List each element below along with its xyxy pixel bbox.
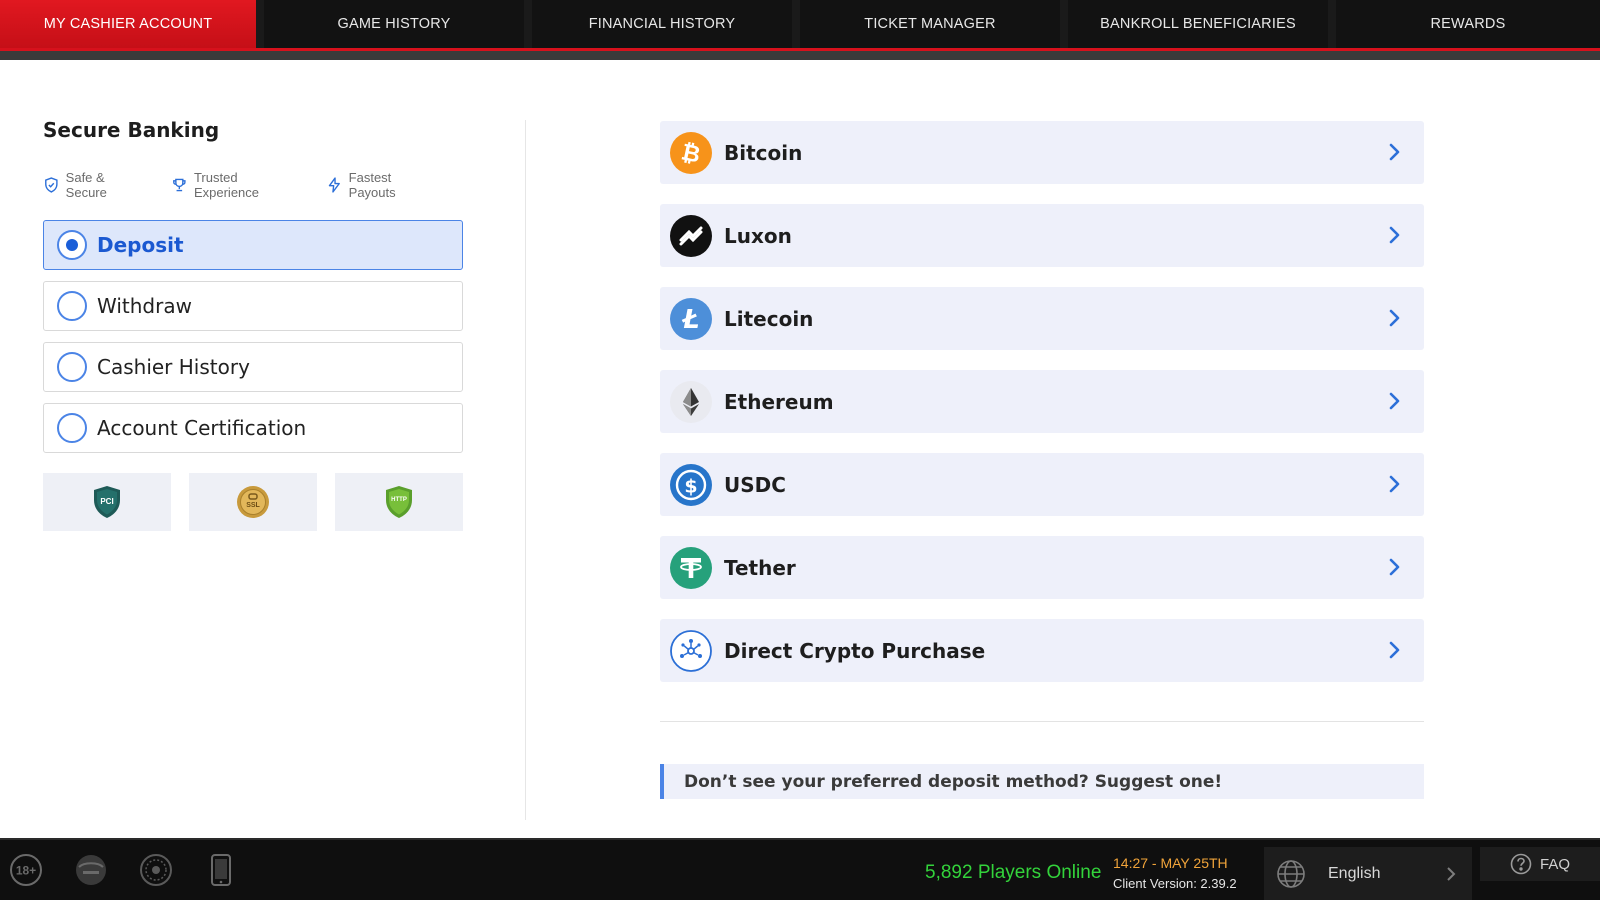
tether-icon <box>670 546 712 589</box>
deposit-methods-list: ₿ Bitcoin Luxon Ł Litecoin Ethereum $ US… <box>660 121 1424 702</box>
tab-game-history[interactable]: GAME HISTORY <box>264 0 524 48</box>
badge-safe-secure: Safe & Secure <box>43 170 143 200</box>
badge-trusted-experience: Trusted Experience <box>171 170 298 200</box>
option-cashier-history[interactable]: Cashier History <box>43 342 463 392</box>
shield-check-icon <box>45 177 58 193</box>
globe-icon <box>1277 859 1305 888</box>
faq-label: FAQ <box>1539 855 1570 873</box>
svg-text:SSL: SSL <box>246 502 260 509</box>
tab-bankroll-beneficiaries[interactable]: BANKROLL BENEFICIARIES <box>1068 0 1328 48</box>
seal-ssl: SSL <box>189 473 317 531</box>
security-seals: PCI SSL HTTP <box>43 473 463 531</box>
usdc-icon: $ <box>670 463 712 506</box>
method-tether[interactable]: Tether <box>660 536 1424 599</box>
certification-seal-icon <box>138 852 174 888</box>
chevron-right-icon <box>1389 226 1400 244</box>
radio-selected[interactable] <box>57 230 87 260</box>
cashier-options: Deposit Withdraw Cashier History Account… <box>43 220 463 453</box>
chevron-right-icon <box>1389 309 1400 327</box>
method-usdc[interactable]: $ USDC <box>660 453 1424 516</box>
option-account-certification[interactable]: Account Certification <box>43 403 463 453</box>
crypto-network-icon <box>670 629 712 672</box>
players-online-count: 5,892 Players Online <box>925 862 1102 883</box>
pci-shield-icon: PCI <box>94 486 120 518</box>
svg-text:Ł: Ł <box>681 305 699 335</box>
method-label: Direct Crypto Purchase <box>724 638 986 663</box>
radio-unselected[interactable] <box>57 413 87 443</box>
seal-https: HTTP <box>335 473 463 531</box>
secure-banking-panel: Secure Banking Safe & Secure Trusted Exp… <box>43 118 463 531</box>
language-selector[interactable]: English <box>1264 847 1472 900</box>
bitcoin-icon: ₿ <box>670 131 712 174</box>
method-label: USDC <box>724 472 786 497</box>
age-18-plus-icon: 18+ <box>8 852 44 888</box>
badge-label: Safe & Secure <box>65 170 107 200</box>
mobile-phone-icon[interactable] <box>203 852 239 888</box>
option-withdraw[interactable]: Withdraw <box>43 281 463 331</box>
badge-label: Trusted Experience <box>193 170 260 200</box>
litecoin-icon: Ł <box>670 297 712 340</box>
client-version: Client Version: 2.39.2 <box>1113 876 1237 891</box>
method-luxon[interactable]: Luxon <box>660 204 1424 267</box>
seal-pci: PCI <box>43 473 171 531</box>
panel-divider <box>525 120 526 820</box>
method-label: Ethereum <box>724 389 834 414</box>
chevron-right-icon <box>1389 558 1400 576</box>
method-ethereum[interactable]: Ethereum <box>660 370 1424 433</box>
https-shield-icon: HTTP <box>386 486 412 518</box>
tab-my-cashier-account[interactable]: MY CASHIER ACCOUNT <box>0 0 256 48</box>
svg-text:18+: 18+ <box>16 864 36 878</box>
top-navigation: MY CASHIER ACCOUNT GAME HISTORY FINANCIA… <box>0 0 1600 60</box>
option-label: Withdraw <box>97 294 192 318</box>
footer-icons: 18+ <box>8 852 268 888</box>
tab-financial-history[interactable]: FINANCIAL HISTORY <box>532 0 792 48</box>
tab-ticket-manager[interactable]: TICKET MANAGER <box>800 0 1060 48</box>
ethereum-icon <box>670 380 712 423</box>
radio-unselected[interactable] <box>57 352 87 382</box>
language-label: English <box>1328 864 1381 882</box>
tab-bar: MY CASHIER ACCOUNT GAME HISTORY FINANCIA… <box>0 0 1600 48</box>
option-label: Account Certification <box>97 416 307 440</box>
radio-unselected[interactable] <box>57 291 87 321</box>
itech-labs-icon <box>73 852 109 888</box>
method-bitcoin[interactable]: ₿ Bitcoin <box>660 121 1424 184</box>
header-divider <box>0 51 1600 60</box>
lightning-icon <box>328 177 340 193</box>
chevron-right-icon <box>1447 866 1456 881</box>
svg-text:$: $ <box>684 475 697 497</box>
methods-divider <box>660 721 1424 722</box>
method-direct-crypto-purchase[interactable]: Direct Crypto Purchase <box>660 619 1424 682</box>
faq-button[interactable]: FAQ <box>1480 847 1600 881</box>
method-label: Tether <box>724 555 796 580</box>
method-label: Bitcoin <box>724 140 803 165</box>
chevron-right-icon <box>1389 392 1400 410</box>
tab-rewards[interactable]: REWARDS <box>1336 0 1600 48</box>
suggest-method-link[interactable]: Don’t see your preferred deposit method?… <box>660 764 1424 799</box>
method-label: Litecoin <box>724 306 814 331</box>
server-clock: 14:27 - MAY 25TH <box>1113 855 1228 871</box>
ssl-seal-icon: SSL <box>237 486 269 518</box>
badge-label: Fastest Payouts <box>348 170 396 200</box>
svg-text:PCI: PCI <box>100 497 113 506</box>
method-litecoin[interactable]: Ł Litecoin <box>660 287 1424 350</box>
option-label: Deposit <box>97 233 184 257</box>
badge-fastest-payouts: Fastest Payouts <box>326 170 435 200</box>
question-circle-icon <box>1510 853 1532 875</box>
option-label: Cashier History <box>97 355 250 379</box>
chevron-right-icon <box>1389 475 1400 493</box>
luxon-icon <box>670 214 712 257</box>
trust-badges: Safe & Secure Trusted Experience Fastest… <box>43 170 463 200</box>
svg-text:HTTP: HTTP <box>391 497 407 503</box>
chevron-right-icon <box>1389 641 1400 659</box>
option-deposit[interactable]: Deposit <box>43 220 463 270</box>
trophy-icon <box>173 178 186 192</box>
footer-divider <box>0 838 1600 840</box>
chevron-right-icon <box>1389 143 1400 161</box>
method-label: Luxon <box>724 223 792 248</box>
page-title: Secure Banking <box>43 118 220 142</box>
